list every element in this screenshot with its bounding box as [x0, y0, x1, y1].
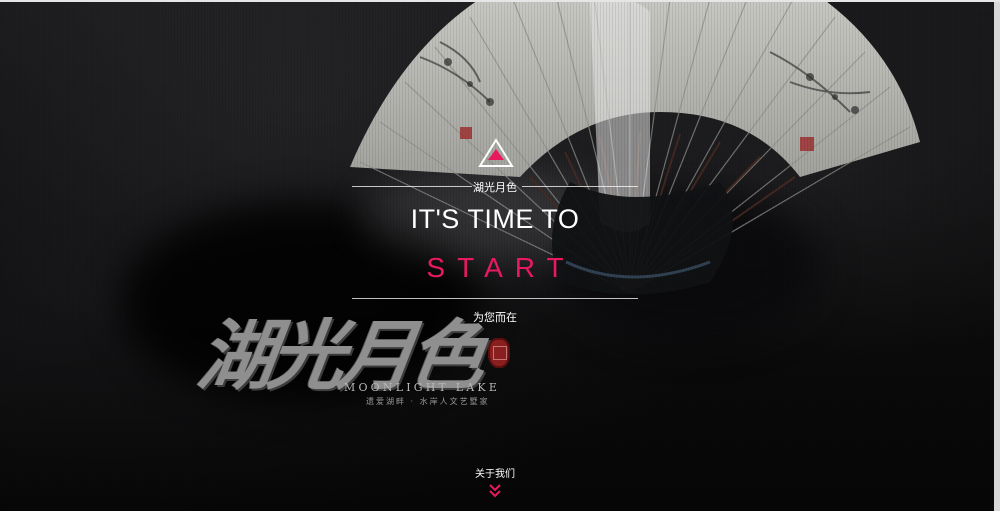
hero-section: 湖光月色 IT'S TIME TO START 为您而在 湖光月色 MOONLI…: [0, 0, 1000, 511]
hero-subtitle: 湖光月色: [352, 179, 638, 195]
hero-headline: IT'S TIME TO: [410, 204, 580, 234]
seal-icon: [488, 338, 510, 368]
window-edge: [994, 2, 1000, 511]
start-word: START: [426, 252, 576, 283]
triangle-logo-icon: [478, 138, 514, 167]
about-us-link[interactable]: 关于我们: [452, 465, 538, 480]
hero-subtitle-text: 湖光月色: [473, 181, 517, 194]
brand-english-name: MOONLIGHT LAKE: [344, 381, 501, 394]
double-chevron-down-icon[interactable]: [487, 482, 503, 498]
brand-motto: 遗爱湖畔 · 水岸人文艺墅家: [366, 397, 490, 406]
